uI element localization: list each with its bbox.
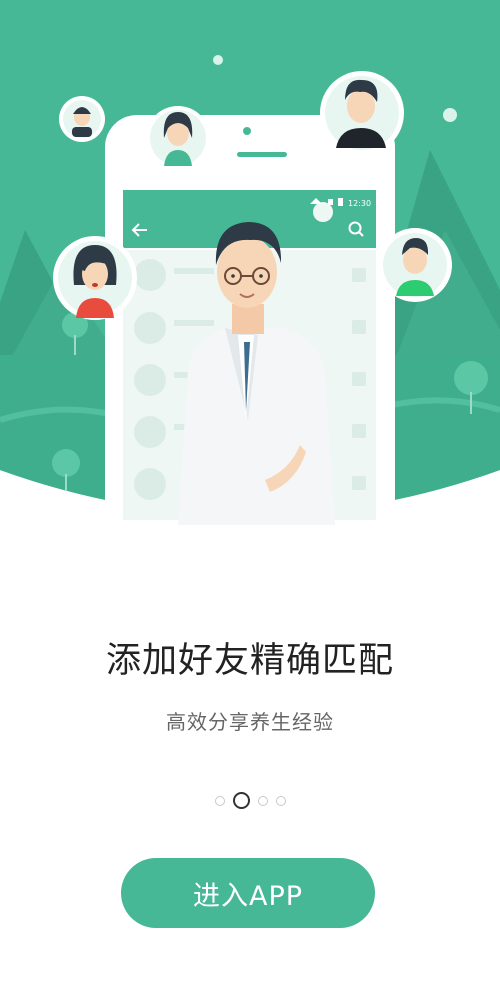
page-dot-active[interactable] [232, 792, 250, 809]
avatar-woman-red [53, 236, 137, 320]
page-dot[interactable] [257, 795, 268, 806]
avatar-girl-top [146, 106, 210, 170]
battery-icon [338, 198, 343, 206]
enter-app-button[interactable]: 进入APP [121, 858, 375, 928]
page-dot[interactable] [214, 795, 225, 806]
page-indicator [0, 792, 500, 809]
hero-illustration: 12:30 [0, 0, 500, 525]
avatar-small-boy [59, 96, 105, 142]
page-title: 添加好友精确匹配 [105, 641, 394, 681]
page-subtitle: 高效分享养生经验 [166, 710, 334, 734]
avatar-man-black-shirt [320, 71, 404, 155]
status-time: 12:30 [348, 199, 371, 208]
page-dot[interactable] [275, 795, 286, 806]
avatar-man-green-shirt [378, 228, 452, 302]
